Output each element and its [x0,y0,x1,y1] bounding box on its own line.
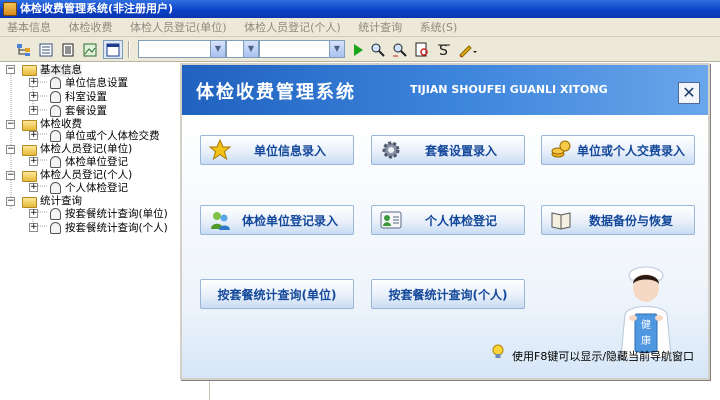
book-icon [551,212,571,230]
tree-expand-toggle[interactable]: + [29,157,38,166]
stat-by-package-person-label: 按套餐统计查询(个人) [388,287,508,302]
panel-header: 体检收费管理系统 TIJIAN SHOUFEI GUANLI XITONG ✕ [182,65,708,115]
coins-icon [551,140,571,158]
person-checkup-register-button[interactable]: 个人体检登记 [371,205,525,235]
unit-checkup-register-button[interactable]: 体检单位登记录入 [200,205,354,235]
tree-node-basic-info[interactable]: 基本信息 [40,64,82,77]
close-button[interactable]: ✕ [678,82,700,104]
stat-by-package-person-button[interactable]: 按套餐统计查询(个人) [371,279,525,309]
chevron-down-icon[interactable]: ▼ [243,41,258,57]
folder-icon [22,171,37,182]
menu-bar: 基本信息 体检收费 体检人员登记(单位) 体检人员登记(个人) 统计查询 系统(… [0,18,720,37]
sign-char-2: 康 [641,334,651,347]
tree-expand-toggle[interactable]: + [29,223,38,232]
tree-expand-toggle[interactable]: + [29,92,38,101]
menu-unit-register[interactable]: 体检人员登记(单位) [123,18,234,37]
tree-node-stat-unit[interactable]: 按套餐统计查询(单位) [65,208,168,221]
tree-node-package-setup[interactable]: 套餐设置 [65,105,107,118]
stethoscope-icon [50,208,61,220]
tree-collapse-toggle[interactable]: − [6,120,15,129]
stethoscope-icon [50,130,61,142]
users-icon [211,212,230,230]
find-icon[interactable] [368,40,388,59]
tree-node-person-checkup-register[interactable]: 个人体检登记 [65,182,128,195]
tree-node-statistics[interactable]: 统计查询 [40,195,82,208]
image-icon[interactable] [80,40,100,59]
lightbulb-icon [492,344,504,358]
navigation-tree: − 基本信息 + 单位信息设置 + 科室设置 + 套餐设置 − 体检收费 + 单… [0,63,210,400]
backup-restore-button[interactable]: 数据备份与恢复 [541,205,695,235]
nurse-illustration: 健 康 [620,266,672,358]
edit-icon[interactable] [458,40,478,59]
tree-expand-toggle[interactable]: + [29,183,38,192]
stethoscope-icon [50,156,61,168]
stethoscope-icon [50,105,61,117]
toolbar-separator [128,41,130,58]
tree-collapse-toggle[interactable]: − [6,171,15,180]
clear-icon[interactable]: S [434,40,454,59]
chevron-down-icon[interactable]: ▼ [329,41,344,57]
tree-collapse-toggle[interactable]: − [6,145,15,154]
menu-fee[interactable]: 体检收费 [62,18,120,37]
folder-icon [22,145,37,156]
tree-collapse-toggle[interactable]: − [6,65,15,74]
tree-node-payment[interactable]: 单位或个人体检交费 [65,130,160,143]
run-icon[interactable] [348,40,368,59]
stethoscope-icon [50,91,61,103]
id-card-icon [380,211,402,229]
stethoscope-icon [50,182,61,194]
menu-system[interactable]: 系统(S) [413,18,465,37]
combo-3[interactable]: ▼ [259,40,345,58]
tree-expand-toggle[interactable]: + [29,78,38,87]
menu-person-register[interactable]: 体检人员登记(个人) [237,18,348,37]
stethoscope-icon [50,77,61,89]
combo-2[interactable]: ▼ [226,40,259,58]
menu-statistics[interactable]: 统计查询 [351,18,409,37]
report-icon[interactable] [412,40,432,59]
combo-1[interactable]: ▼ [138,40,226,58]
payment-entry-button[interactable]: 单位或个人交费录入 [541,135,695,165]
panel-title: 体检收费管理系统 [196,82,356,103]
toolbar: ▼ ▼ ▼ S [0,37,720,62]
panel-subtitle: TIJIAN SHOUFEI GUANLI XITONG [410,83,608,96]
folder-icon [22,197,37,208]
gear-icon [382,141,400,159]
tree-node-person-register[interactable]: 体检人员登记(个人) [40,169,132,182]
tree-expand-toggle[interactable]: + [29,131,38,140]
sign-char-1: 健 [641,319,651,331]
title-bar: 体检收费管理系统(非注册用户) [0,0,720,18]
window-title: 体检收费管理系统(非注册用户) [20,2,174,15]
tree-node-unit-checkup-register[interactable]: 体检单位登记 [65,156,128,169]
find-next-icon[interactable] [390,40,410,59]
tree-node-unit-register[interactable]: 体检人员登记(单位) [40,143,132,156]
list-view-icon[interactable] [36,40,56,59]
stat-by-package-unit-button[interactable]: 按套餐统计查询(单位) [200,279,354,309]
tree-node-department-setup[interactable]: 科室设置 [65,91,107,104]
tree-node-unit-info-setup[interactable]: 单位信息设置 [65,77,128,90]
tree-node-stat-person[interactable]: 按套餐统计查询(个人) [65,222,168,235]
unit-info-entry-button[interactable]: 单位信息录入 [200,135,354,165]
star-icon [209,139,231,161]
hint-text: 使用F8键可以显示/隐藏当前导航窗口 [512,350,695,363]
tree-collapse-toggle[interactable]: − [6,197,15,206]
chevron-down-icon[interactable]: ▼ [210,41,225,57]
folder-open-icon [22,65,37,76]
document-icon[interactable] [58,40,78,59]
package-setup-entry-button[interactable]: 套餐设置录入 [371,135,525,165]
stethoscope-icon [50,222,61,234]
stat-by-package-unit-label: 按套餐统计查询(单位) [217,287,337,302]
app-icon [3,2,17,16]
tree-expand-toggle[interactable]: + [29,106,38,115]
tree-view-icon[interactable] [14,40,34,59]
tree-expand-toggle[interactable]: + [29,209,38,218]
menu-basic-info[interactable]: 基本信息 [0,18,58,37]
window-icon[interactable] [103,40,123,59]
